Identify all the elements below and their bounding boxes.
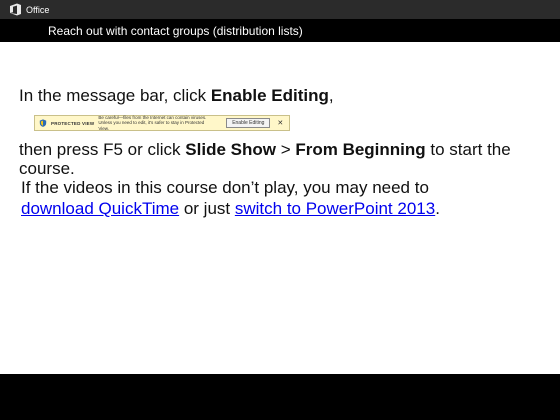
office-logo-text: Office xyxy=(26,4,50,15)
enable-editing-emphasis: Enable Editing xyxy=(210,86,329,105)
step2-separator: > xyxy=(275,140,296,159)
video-playback-note: If the videos in this course don’t play,… xyxy=(21,177,451,219)
download-quicktime-link[interactable]: download QuickTime xyxy=(21,199,179,218)
switch-to-powerpoint-2013-link[interactable]: switch to PowerPoint 2013 xyxy=(235,199,435,218)
office-top-bar: Office xyxy=(0,0,560,19)
note-middle: or just xyxy=(179,199,235,218)
instruction-start-slideshow: then press F5 or click Slide Show > From… xyxy=(19,140,549,178)
course-title: Reach out with contact groups (distribut… xyxy=(48,23,303,38)
step1-suffix: , xyxy=(328,86,334,105)
instruction-enable-editing: In the message bar, click Enable Editing… xyxy=(19,86,334,106)
slide-content: In the message bar, click Enable Editing… xyxy=(0,42,560,374)
protected-view-message-bar: PROTECTED VIEW Be careful—files from the… xyxy=(34,115,290,131)
protected-view-warning-text: Be careful—files from the Internet can c… xyxy=(98,114,207,131)
slide-show-emphasis: Slide Show xyxy=(185,140,276,159)
note-suffix: . xyxy=(435,199,440,218)
office-logo-icon xyxy=(10,3,21,16)
enable-editing-button[interactable]: Enable Editing xyxy=(226,118,271,128)
office-logo: Office xyxy=(9,3,49,16)
shield-icon xyxy=(39,119,47,127)
note-prefix: If the videos in this course don’t play,… xyxy=(21,178,429,197)
course-title-bar: Reach out with contact groups (distribut… xyxy=(0,19,560,42)
close-icon[interactable]: ✕ xyxy=(277,119,283,127)
from-beginning-emphasis: From Beginning xyxy=(295,140,426,159)
step2-prefix: then press F5 or click xyxy=(19,140,186,159)
protected-view-label: PROTECTED VIEW xyxy=(51,120,95,126)
bottom-bar xyxy=(0,374,560,420)
step1-prefix: In the message bar, click xyxy=(19,86,211,105)
